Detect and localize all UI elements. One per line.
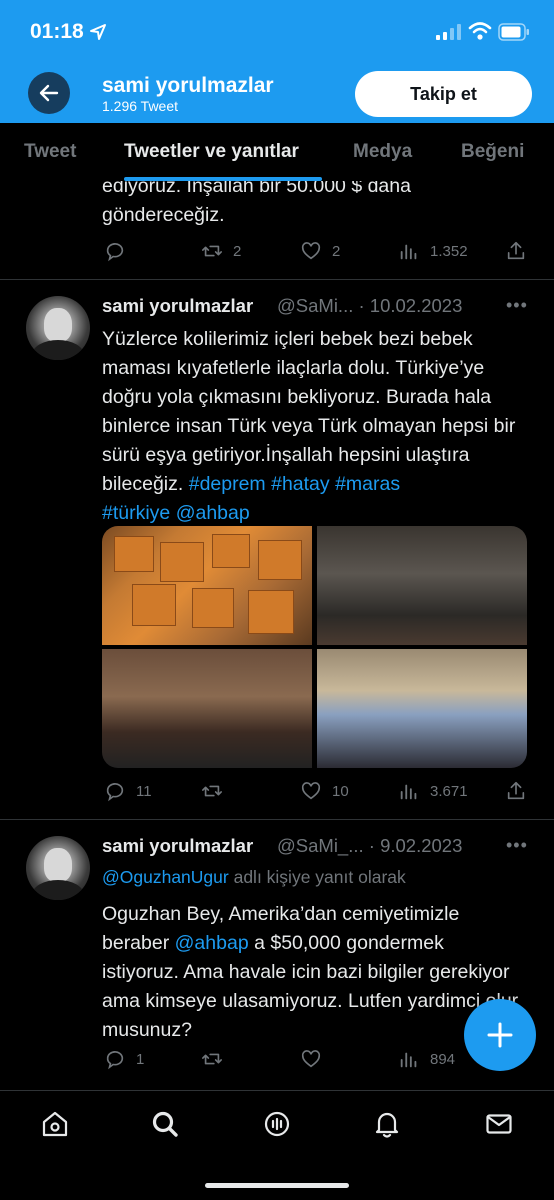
- reply-button[interactable]: [104, 239, 136, 263]
- retweet-icon: [202, 785, 222, 797]
- heart-icon: [301, 782, 321, 800]
- tweet-media-grid[interactable]: [102, 526, 527, 768]
- tweet-handle-date[interactable]: @SaMi... · 10.02.2023: [277, 295, 462, 317]
- tweet-text: Oguzhan Bey, Amerika’dan cemiyetimizle b…: [102, 903, 519, 1041]
- photo-volunteers-clothes[interactable]: [102, 649, 312, 768]
- views-chart-icon: [400, 1052, 417, 1068]
- views-button[interactable]: 3.671: [398, 779, 468, 803]
- hashtag-mention-links[interactable]: #türkiye @ahbap: [102, 502, 250, 524]
- like-button[interactable]: [300, 1047, 332, 1071]
- tweet-handle-date[interactable]: @SaMi_... · 9.02.2023: [277, 835, 462, 857]
- home-icon[interactable]: [40, 1109, 70, 1139]
- avatar[interactable]: [26, 836, 90, 900]
- profile-name: sami yorulmazlar: [102, 74, 274, 97]
- views-chart-icon: [400, 784, 417, 800]
- search-icon[interactable]: [150, 1109, 180, 1139]
- spaces-icon[interactable]: [262, 1109, 292, 1139]
- avatar[interactable]: [26, 296, 90, 360]
- status-time: 01:18: [30, 20, 84, 43]
- cellular-signal-icon: [436, 24, 461, 40]
- heart-icon: [301, 1050, 321, 1068]
- retweet-icon: [202, 1053, 222, 1065]
- reply-button[interactable]: 1: [104, 1047, 144, 1071]
- tweet-count: 1.296 Tweet: [102, 98, 179, 114]
- more-options-icon[interactable]: •••: [506, 295, 528, 316]
- profile-tabs: Tweet Tweetler ve yanıtlar Medya Beğeni: [0, 123, 554, 181]
- reply-icon: [106, 243, 124, 262]
- back-button[interactable]: [28, 72, 70, 114]
- wifi-icon: [468, 22, 492, 40]
- mention-link[interactable]: @ahbap: [175, 932, 249, 954]
- home-indicator: [205, 1183, 349, 1188]
- share-icon: [507, 781, 525, 800]
- tab-likes[interactable]: Beğeni: [461, 141, 524, 163]
- reply-button[interactable]: 11: [104, 779, 152, 803]
- messages-envelope-icon[interactable]: [484, 1109, 514, 1139]
- tweet-author-name[interactable]: sami yorulmazlar: [102, 295, 253, 317]
- tab-tweets-and-replies[interactable]: Tweetler ve yanıtlar: [124, 141, 299, 163]
- plus-icon: [487, 1022, 513, 1048]
- photo-donation-packing[interactable]: [317, 649, 527, 768]
- status-bar: 01:18: [0, 0, 554, 62]
- like-button[interactable]: 2: [300, 239, 340, 263]
- retweet-button[interactable]: 2: [201, 239, 241, 263]
- reply-icon: [106, 783, 124, 802]
- like-button[interactable]: 10: [300, 779, 349, 803]
- retweet-button[interactable]: [201, 779, 233, 803]
- tweet-feed[interactable]: ediyoruz. İnşallah bir 50.000 $ daha gön…: [0, 181, 554, 1090]
- back-arrow-icon: [39, 84, 59, 102]
- share-button[interactable]: [505, 239, 537, 263]
- tweet-text: Yüzlerce kolilerimiz içleri bebek bezi b…: [102, 328, 516, 524]
- more-options-icon[interactable]: •••: [506, 835, 528, 856]
- reply-icon: [106, 1051, 124, 1070]
- views-button[interactable]: 1.352: [398, 239, 468, 263]
- reply-to-user-link[interactable]: @OguzhanUgur: [102, 867, 229, 887]
- photo-boxes[interactable]: [102, 526, 312, 645]
- hashtag-links[interactable]: #deprem #hatay #maras: [189, 473, 400, 495]
- tweet-divider: [0, 279, 554, 280]
- location-arrow-icon: [90, 24, 106, 40]
- compose-tweet-button[interactable]: [464, 999, 536, 1071]
- tweet-author-name[interactable]: sami yorulmazlar: [102, 835, 253, 857]
- notifications-bell-icon[interactable]: [372, 1109, 402, 1139]
- retweet-button[interactable]: [201, 1047, 233, 1071]
- share-icon: [507, 241, 525, 260]
- profile-header: 01:18 sami yorulmazlar 1.296 Tweet Takip…: [0, 0, 554, 123]
- retweet-icon: [202, 245, 222, 257]
- tweet-text: ediyoruz. İnşallah bir 50.000 $ daha gön…: [102, 181, 411, 226]
- tab-media[interactable]: Medya: [353, 141, 412, 163]
- battery-icon: [498, 23, 529, 41]
- share-button[interactable]: [505, 779, 537, 803]
- tab-tweets[interactable]: Tweet: [24, 141, 76, 163]
- follow-button[interactable]: Takip et: [355, 71, 532, 117]
- reply-context: @OguzhanUgur adlı kişiye yanıt olarak: [102, 867, 406, 887]
- views-button[interactable]: 894: [398, 1047, 455, 1071]
- heart-icon: [301, 242, 321, 260]
- photo-hall-people[interactable]: [317, 526, 527, 645]
- views-chart-icon: [400, 244, 417, 260]
- tweet-divider: [0, 819, 554, 820]
